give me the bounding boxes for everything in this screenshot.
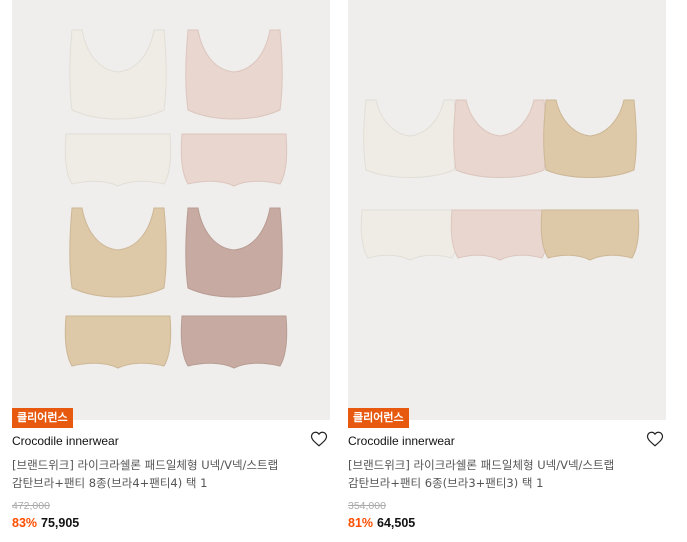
product-title-line1: [브랜드위크] 라이크라쉘론 패드일체형 U넥/V넥/스트랩 [348,458,615,472]
product-photo-6pcs [360,99,640,261]
heart-icon[interactable] [310,430,328,448]
heart-icon[interactable] [646,430,664,448]
clearance-badge: 클리어런스 [348,408,409,428]
brand-name[interactable]: Crocodile innerwear [12,434,119,448]
product-image[interactable] [348,0,666,420]
discount-rate: 81% [348,516,374,530]
product-card[interactable]: 클리어런스 Crocodile innerwear [브랜드위크] 라이크라쉘론… [12,0,330,542]
sale-price: 75,905 [41,516,80,530]
brand-name[interactable]: Crocodile innerwear [348,434,455,448]
product-title[interactable]: [브랜드위크] 라이크라쉘론 패드일체형 U넥/V넥/스트랩 감탄브라+팬티 8… [12,456,312,492]
product-title-line1: [브랜드위크] 라이크라쉘론 패드일체형 U넥/V넥/스트랩 [12,458,279,472]
clearance-badge: 클리어런스 [12,408,73,428]
sale-price: 64,505 [377,516,416,530]
price-row: 83% 75,905 [12,516,79,530]
product-image[interactable] [12,0,330,420]
product-card[interactable]: 클리어런스 Crocodile innerwear [브랜드위크] 라이크라쉘론… [348,0,666,542]
product-title-line2: 감탄브라+팬티 6종(브라3+팬티3) 택 1 [348,476,544,490]
price-row: 81% 64,505 [348,516,415,530]
original-price: 354,000 [348,500,386,512]
original-price: 472,000 [12,500,50,512]
discount-rate: 83% [12,516,38,530]
product-title[interactable]: [브랜드위크] 라이크라쉘론 패드일체형 U넥/V넥/스트랩 감탄브라+팬티 6… [348,456,648,492]
product-title-line2: 감탄브라+팬티 8종(브라4+팬티4) 택 1 [12,476,208,490]
product-photo-8pcs [64,29,288,369]
